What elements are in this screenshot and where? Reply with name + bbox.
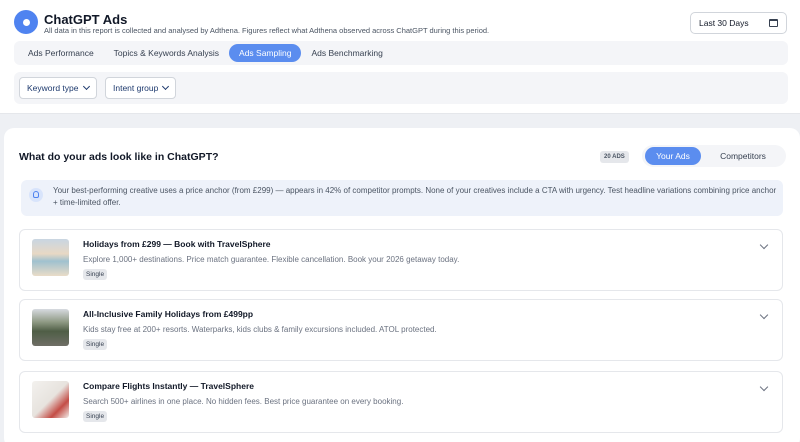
date-range-label: Last 30 Days — [699, 18, 749, 28]
keyword-type-label: Keyword type — [27, 83, 79, 93]
intent-group-label: Intent group — [113, 83, 159, 93]
intent-group-dropdown[interactable]: Intent group — [105, 77, 177, 99]
tab-ads-performance[interactable]: Ads Performance — [18, 44, 104, 62]
ads-count-badge: 20 ADS — [600, 151, 629, 163]
calendar-icon — [769, 19, 778, 27]
competitors-toggle[interactable]: Competitors — [704, 147, 782, 165]
ads-sampling-card: What do your ads look like in ChatGPT? 2… — [4, 128, 800, 442]
ad-format-badge: Single — [83, 411, 108, 422]
page-title: ChatGPT Ads — [44, 12, 128, 27]
lightbulb-icon — [29, 188, 43, 202]
keyword-type-dropdown[interactable]: Keyword type — [19, 77, 97, 99]
tab-ads-sampling[interactable]: Ads Sampling — [229, 44, 302, 62]
ad-description: Kids stay free at 200+ resorts. Waterpar… — [83, 325, 437, 334]
ad-card[interactable]: Holidays from £299 — Book with TravelSph… — [19, 229, 783, 291]
ads-source-toggle: Your Ads Competitors — [642, 145, 786, 167]
insight-banner: Your best-performing creative uses a pri… — [21, 180, 783, 216]
chevron-down-icon — [82, 82, 90, 91]
chevron-down-icon[interactable] — [759, 382, 769, 392]
ad-description: Search 500+ airlines in one place. No hi… — [83, 397, 404, 406]
chevron-down-icon[interactable] — [759, 240, 769, 250]
chevron-down-icon — [162, 82, 170, 91]
filter-bar: Keyword type Intent group — [14, 72, 788, 104]
date-range-picker[interactable]: Last 30 Days — [690, 12, 787, 34]
ad-headline: All-Inclusive Family Holidays from £499p… — [83, 309, 254, 319]
report-header: ChatGPT Ads All data in this report is c… — [0, 0, 800, 114]
your-ads-toggle[interactable]: Your Ads — [645, 147, 701, 165]
ad-description: Explore 1,000+ destinations. Price match… — [83, 255, 460, 264]
ad-card[interactable]: Compare Flights Instantly — TravelSphere… — [19, 371, 783, 433]
insight-text: Your best-performing creative uses a pri… — [53, 186, 777, 207]
ad-thumbnail — [32, 309, 69, 346]
report-tabs: Ads Performance Topics & Keywords Analys… — [14, 41, 788, 65]
ad-format-badge: Single — [83, 269, 108, 280]
page-subtitle: All data in this report is collected and… — [44, 26, 490, 35]
ad-headline: Holidays from £299 — Book with TravelSph… — [83, 239, 271, 249]
ad-card[interactable]: All-Inclusive Family Holidays from £499p… — [19, 299, 783, 361]
chevron-down-icon[interactable] — [759, 310, 769, 320]
section-title: What do your ads look like in ChatGPT? — [19, 151, 219, 163]
ad-thumbnail — [32, 239, 69, 276]
ad-format-badge: Single — [83, 339, 108, 350]
ad-headline: Compare Flights Instantly — TravelSphere — [83, 381, 254, 391]
chatgpt-logo-icon — [14, 10, 38, 34]
ad-thumbnail — [32, 381, 69, 418]
tab-ads-benchmarking[interactable]: Ads Benchmarking — [301, 44, 392, 62]
tab-topics-keywords-analysis[interactable]: Topics & Keywords Analysis — [104, 44, 229, 62]
